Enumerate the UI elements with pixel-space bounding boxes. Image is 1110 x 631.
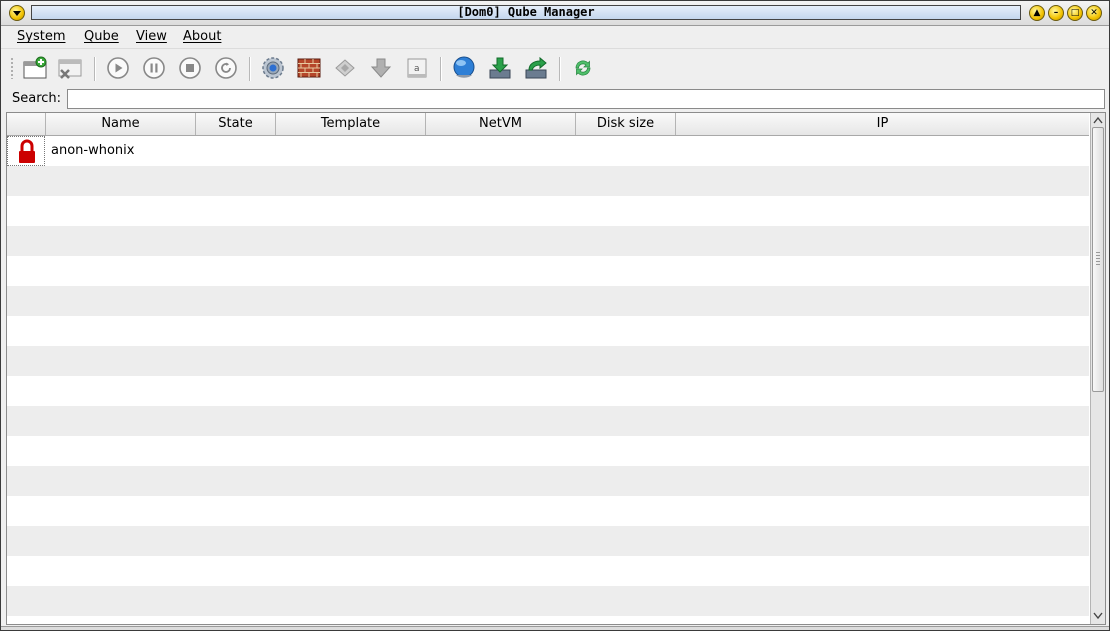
window-bottom-border[interactable] — [1, 626, 1109, 630]
firewall-icon — [297, 58, 321, 78]
empty-row — [7, 586, 1089, 616]
search-label: Search: — [12, 91, 62, 106]
maximize-icon: □ — [1070, 8, 1080, 18]
refresh-icon — [575, 60, 591, 76]
empty-row — [7, 346, 1089, 376]
firewall-button[interactable] — [295, 54, 323, 82]
empty-row — [7, 616, 1089, 624]
scroll-thumb[interactable] — [1092, 127, 1104, 392]
logs-icon: a — [407, 58, 427, 78]
empty-row — [7, 316, 1089, 346]
close-button[interactable]: ✕ — [1086, 5, 1102, 21]
global-settings-icon — [453, 56, 475, 78]
restore-icon — [525, 56, 547, 79]
qube-label-cell — [7, 136, 45, 166]
install-icon — [370, 58, 392, 78]
padlock-icon — [19, 139, 35, 163]
search-bar: Search: — [1, 87, 1109, 111]
minimize-icon: – — [1053, 8, 1059, 18]
toolbar-grip[interactable] — [10, 57, 14, 79]
empty-row — [7, 166, 1089, 196]
qube-manager-window: [Dom0] Qube Manager ▲ – □ ✕ System Qube … — [0, 0, 1110, 631]
window-title: [Dom0] Qube Manager — [31, 5, 1021, 20]
menu-bar: System Qube View About — [1, 26, 1109, 49]
table-body: anon-whonix — [7, 136, 1089, 624]
table-header: Name State Template NetVM Disk size IP — [7, 113, 1089, 136]
qube-settings-button[interactable] — [259, 54, 287, 82]
empty-row — [7, 256, 1089, 286]
menu-qube[interactable]: Qube — [84, 29, 119, 44]
empty-row — [7, 556, 1089, 586]
chevron-down-icon — [1093, 612, 1103, 620]
minimize-button[interactable]: – — [1048, 5, 1064, 21]
menu-about[interactable]: About — [183, 29, 221, 44]
empty-row — [7, 496, 1089, 526]
chevron-up-icon: ▲ — [1033, 8, 1041, 18]
toolbar-separator — [249, 57, 251, 81]
empty-row — [7, 376, 1089, 406]
backup-icon — [489, 57, 511, 79]
toolbar-separator — [94, 57, 96, 81]
create-qube-button[interactable] — [21, 54, 49, 82]
logs-button[interactable]: a — [403, 54, 431, 82]
shade-button[interactable]: ▲ — [1029, 5, 1045, 21]
qube-name: anon-whonix — [51, 143, 135, 158]
update-icon — [335, 59, 355, 77]
empty-row — [7, 436, 1089, 466]
close-icon: ✕ — [1090, 8, 1098, 18]
pause-icon — [143, 57, 165, 79]
toolbar-separator — [559, 57, 561, 81]
update-button[interactable] — [331, 54, 359, 82]
delete-qube-button[interactable] — [56, 54, 84, 82]
table-row[interactable]: anon-whonix — [7, 136, 1089, 166]
column-header-icon[interactable] — [7, 113, 46, 135]
start-button[interactable] — [104, 54, 132, 82]
empty-row — [7, 526, 1089, 556]
empty-row — [7, 226, 1089, 256]
restart-icon — [215, 57, 237, 79]
column-header-template[interactable]: Template — [276, 113, 426, 135]
menu-view[interactable]: View — [136, 29, 167, 44]
window-menu-button[interactable] — [9, 5, 25, 21]
search-input[interactable] — [67, 89, 1105, 109]
restore-button[interactable] — [522, 54, 550, 82]
shutdown-button[interactable] — [176, 54, 204, 82]
maximize-button[interactable]: □ — [1067, 5, 1083, 21]
column-header-netvm[interactable]: NetVM — [426, 113, 576, 135]
empty-row — [7, 406, 1089, 436]
pause-button[interactable] — [140, 54, 168, 82]
global-settings-button[interactable] — [450, 54, 478, 82]
thumb-grip — [1096, 252, 1100, 266]
delete-qube-icon — [58, 59, 82, 79]
vertical-scrollbar[interactable] — [1090, 113, 1105, 624]
install-button[interactable] — [367, 54, 395, 82]
column-header-state[interactable]: State — [196, 113, 276, 135]
chevron-up-icon — [1093, 116, 1103, 124]
column-header-disk-size[interactable]: Disk size — [576, 113, 676, 135]
toolbar-separator — [440, 57, 442, 81]
start-icon — [107, 57, 129, 79]
restart-button[interactable] — [212, 54, 240, 82]
menu-system[interactable]: System — [17, 29, 65, 44]
create-qube-icon — [23, 56, 47, 79]
scroll-up-button[interactable] — [1092, 114, 1104, 126]
backup-button[interactable] — [486, 54, 514, 82]
toolbar: a — [1, 49, 1109, 87]
column-header-ip[interactable]: IP — [676, 113, 1089, 135]
settings-icon — [262, 57, 284, 79]
qube-table: Name State Template NetVM Disk size IP a… — [6, 112, 1106, 625]
empty-row — [7, 196, 1089, 226]
column-header-name[interactable]: Name — [46, 113, 196, 135]
empty-row — [7, 286, 1089, 316]
shutdown-icon — [179, 57, 201, 79]
svg-text:a: a — [414, 64, 420, 74]
refresh-button[interactable] — [569, 54, 597, 82]
empty-row — [7, 466, 1089, 496]
title-bar[interactable]: [Dom0] Qube Manager ▲ – □ ✕ — [1, 1, 1109, 26]
scroll-down-button[interactable] — [1092, 610, 1104, 622]
